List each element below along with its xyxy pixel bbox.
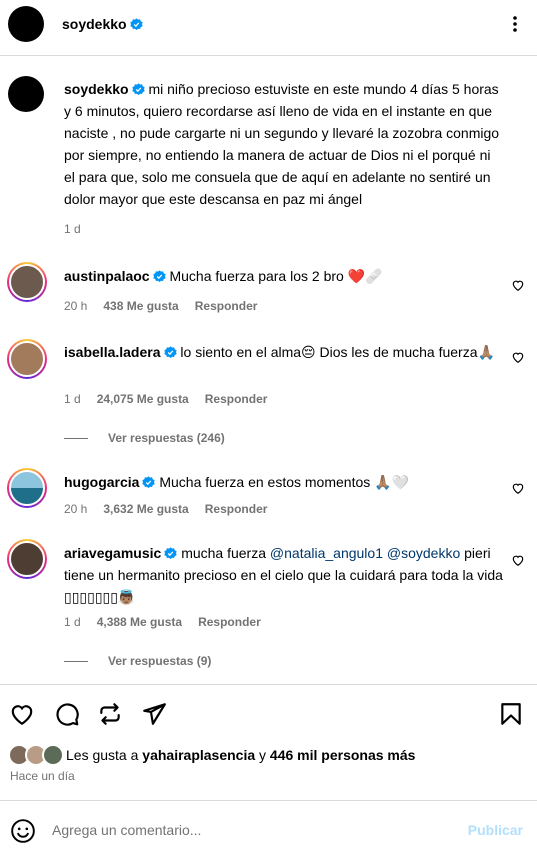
comment-likes[interactable]: 3,632 Me gusta [103, 502, 188, 516]
comment-likes[interactable]: 4,388 Me gusta [97, 615, 182, 629]
heart-icon[interactable] [9, 701, 35, 727]
verified-icon [129, 18, 143, 31]
avatar[interactable] [42, 744, 64, 766]
comment-likes[interactable]: 24,075 Me gusta [97, 392, 189, 406]
divider [64, 438, 88, 440]
verified-icon [164, 547, 177, 560]
caption-author[interactable]: soydekko [64, 81, 129, 97]
comment-time: 20 h [64, 502, 88, 516]
action-bar [0, 684, 537, 742]
comment-time: 1 d [64, 392, 81, 406]
avatar[interactable] [7, 339, 47, 379]
avatar[interactable] [8, 76, 44, 112]
caption-body: mi niño precioso estuviste en este mundo… [64, 81, 500, 207]
comment-body: lo siento en el alma😔 Dios les de mucha … [180, 344, 495, 360]
heart-icon[interactable] [511, 350, 525, 364]
post-author[interactable]: soydekko [62, 16, 143, 32]
heart-icon[interactable] [511, 481, 525, 495]
mention-link[interactable]: @natalia_angulo1 [270, 545, 383, 561]
comment-author[interactable]: hugogarcia [64, 474, 139, 490]
comment-author[interactable]: ariavegamusic [64, 545, 161, 561]
repost-icon[interactable] [97, 701, 123, 727]
comment-text: hugogarcia Mucha fuerza en estos momento… [64, 471, 504, 493]
comment-author[interactable]: austinpalaoc [64, 268, 150, 284]
comment-body: Mucha fuerza para los 2 bro ❤️🩹 [169, 268, 383, 284]
share-icon[interactable] [141, 701, 167, 727]
comment-body: Mucha fuerza en estos momentos 🙏🏽🤍 [159, 474, 409, 490]
save-icon[interactable] [498, 701, 524, 727]
likes-middle: y [255, 747, 270, 763]
liker-username[interactable]: yahairaplasencia [142, 747, 255, 763]
avatar[interactable] [8, 6, 44, 42]
comment-meta: 20 h 3,632 Me gusta Responder [64, 502, 283, 516]
comment-time: 20 h [64, 299, 88, 313]
comment-text: isabella.ladera lo siento en el alma😔 Di… [64, 341, 504, 363]
reply-button[interactable]: Responder [198, 615, 261, 629]
reply-button[interactable]: Responder [205, 502, 268, 516]
post-time: Hace un día [10, 769, 75, 783]
verified-icon [131, 83, 145, 96]
post-author-name[interactable]: soydekko [62, 16, 127, 32]
comment-input[interactable] [52, 819, 432, 841]
comment-meta: 1 d 24,075 Me gusta Responder [64, 392, 283, 406]
comment-likes[interactable]: 438 Me gusta [103, 299, 178, 313]
caption-text: soydekko mi niño precioso estuviste en e… [64, 78, 504, 210]
verified-icon [152, 270, 166, 283]
likes-text: Les gusta a yahairaplasencia y 446 mil p… [66, 747, 415, 763]
comment-body-start: mucha fuerza [181, 545, 270, 561]
likes-count[interactable]: 446 mil personas más [270, 747, 416, 763]
heart-icon[interactable] [511, 278, 525, 292]
avatar[interactable] [7, 539, 47, 579]
view-replies-label[interactable]: Ver respuestas (246) [108, 431, 225, 445]
post-comment-button[interactable]: Publicar [468, 822, 523, 838]
comment-meta: 1 d 4,388 Me gusta Responder [64, 615, 277, 629]
caption-time: 1 d [64, 222, 81, 236]
add-comment-bar: Publicar [0, 800, 537, 854]
view-replies-button[interactable]: Ver respuestas (9) [64, 654, 211, 668]
comment-meta: 20 h 438 Me gusta Responder [64, 299, 273, 313]
comment-text: ariavegamusic mucha fuerza @natalia_angu… [64, 542, 504, 608]
divider [64, 661, 88, 663]
post-header: soydekko [0, 0, 537, 56]
likes-prefix: Les gusta a [66, 747, 143, 763]
reply-button[interactable]: Responder [195, 299, 258, 313]
view-replies-button[interactable]: Ver respuestas (246) [64, 431, 225, 445]
mention-link[interactable]: @soydekko [387, 545, 460, 561]
avatar[interactable] [7, 262, 47, 302]
reply-button[interactable]: Responder [205, 392, 268, 406]
avatar[interactable] [7, 468, 47, 508]
verified-icon [163, 346, 177, 359]
comment-icon[interactable] [54, 701, 80, 727]
verified-icon [142, 476, 156, 489]
comment-text: austinpalaoc Mucha fuerza para los 2 bro… [64, 265, 504, 287]
likes-summary: Les gusta a yahairaplasencia y 446 mil p… [8, 744, 528, 766]
view-replies-label[interactable]: Ver respuestas (9) [108, 654, 211, 668]
comment-author[interactable]: isabella.ladera [64, 344, 161, 360]
emoji-icon[interactable] [10, 818, 36, 844]
heart-icon[interactable] [511, 553, 525, 567]
comment-time: 1 d [64, 615, 81, 629]
more-icon[interactable] [505, 14, 525, 34]
